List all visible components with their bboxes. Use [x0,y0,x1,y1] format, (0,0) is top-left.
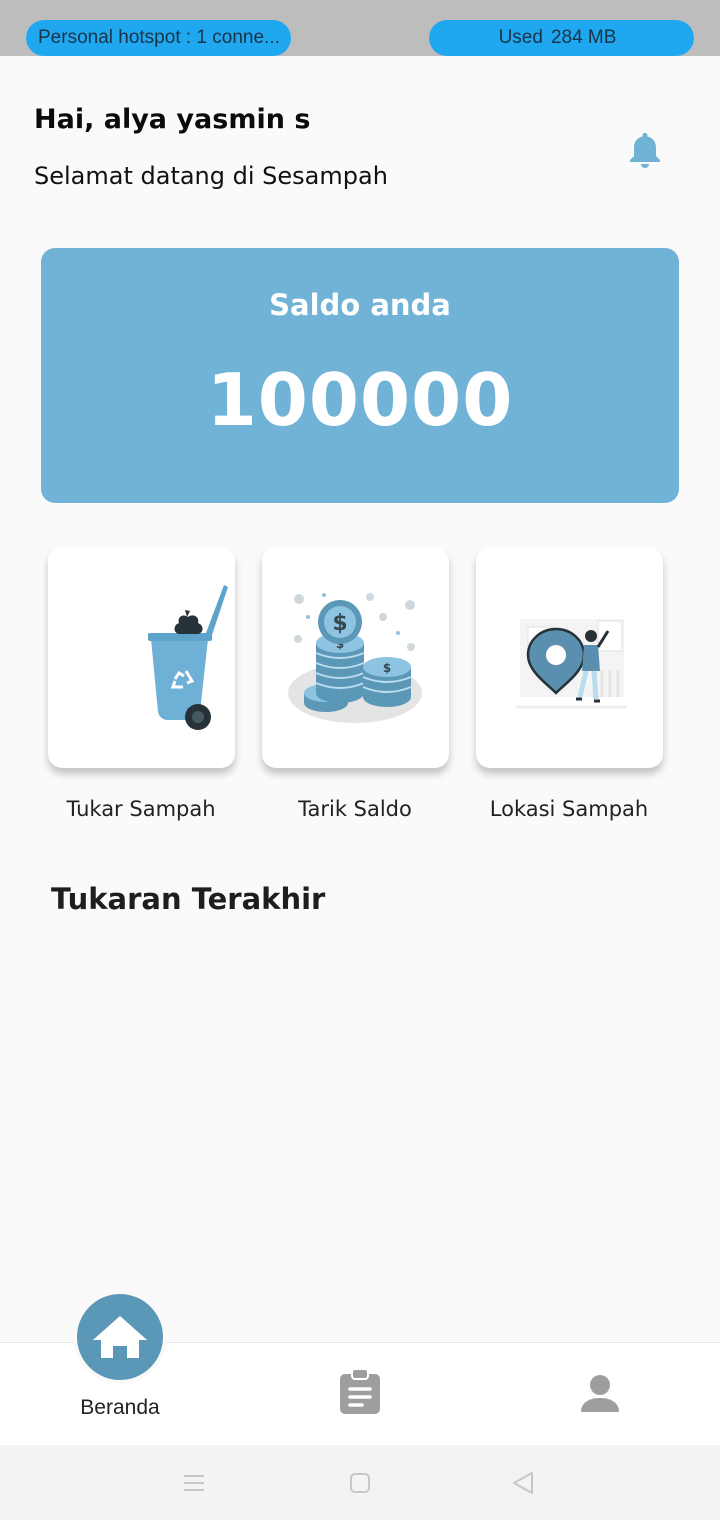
bell-icon[interactable] [626,130,664,170]
data-used-value: 284 MB [550,27,617,48]
svg-text:$: $ [332,611,347,636]
saldo-title: Saldo anda [269,288,451,322]
menu-label-tukar-sampah[interactable]: Tukar Sampah [31,797,251,821]
recycle-bin-icon [148,585,228,730]
menu-card-lokasi-sampah[interactable] [476,547,663,768]
greeting-title: Hai, alya yasmin s [34,104,311,135]
status-bar: Personal hotspot : 1 conne... Used 284 M… [0,0,720,56]
coins-icon: $ $ $ $ [288,593,422,723]
back-triangle-icon[interactable] [511,1471,535,1495]
data-usage-pill[interactable]: Used 284 MB [429,20,694,56]
hotspot-text: Personal hotspot : 1 conne... [38,27,280,48]
nav-label-beranda[interactable]: Beranda [60,1396,180,1420]
menu-card-tukar-sampah[interactable] [48,547,235,768]
welcome-text: Selamat datang di Sesampah [34,162,388,190]
nav-item-beranda[interactable] [73,1290,167,1384]
location-pin-icon [516,619,626,709]
menu-card-tarik-saldo[interactable]: $ $ $ $ [262,547,449,768]
menu-label-tarik-saldo[interactable]: Tarik Saldo [245,797,465,821]
svg-text:$: $ [383,661,391,675]
hotspot-pill[interactable]: Personal hotspot : 1 conne... [26,20,291,56]
data-used-label: Used [498,27,543,48]
section-title-tukaran-terakhir: Tukaran Terakhir [51,882,326,916]
home-icon [93,1316,147,1358]
person-icon[interactable] [580,1374,620,1414]
home-square-icon[interactable] [349,1472,371,1494]
system-navigation-bar [0,1445,720,1520]
menu-lines-icon[interactable] [182,1473,206,1493]
menu-label-lokasi-sampah[interactable]: Lokasi Sampah [459,797,679,821]
clipboard-icon[interactable] [338,1368,382,1416]
saldo-amount: 100000 [206,358,514,442]
